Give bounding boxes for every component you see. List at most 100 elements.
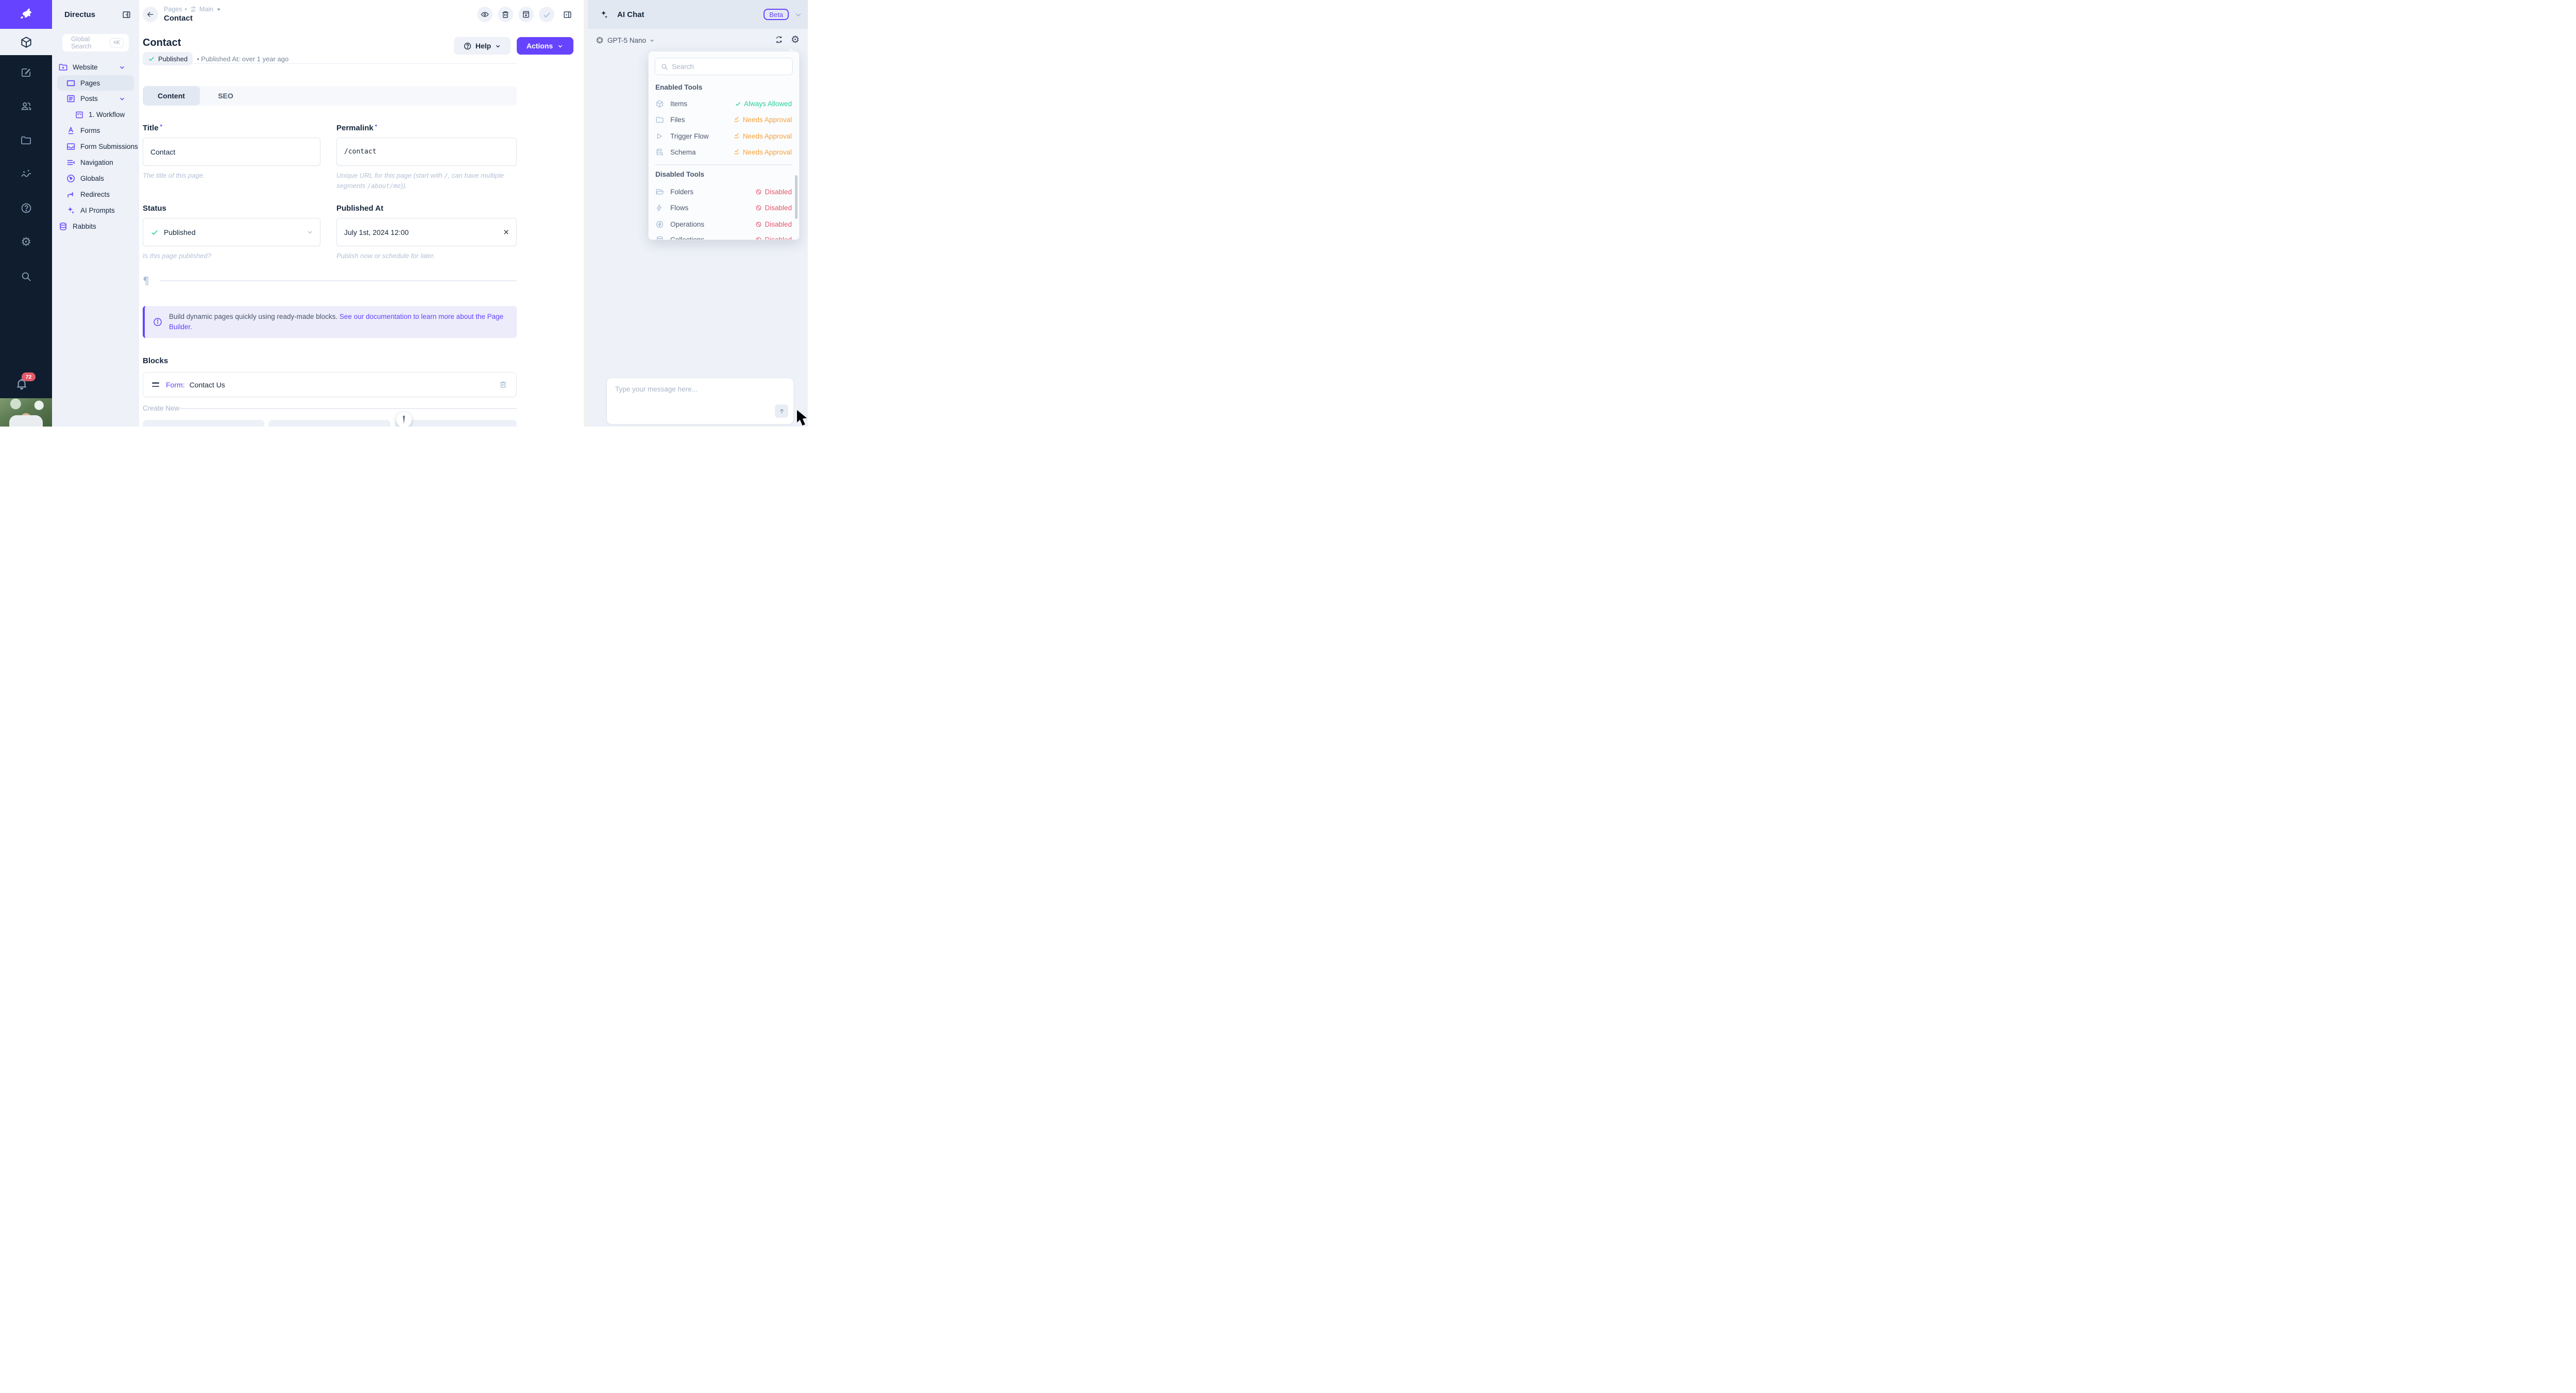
popup-scrollbar-thumb[interactable] xyxy=(795,175,798,219)
directus-logo[interactable] xyxy=(0,0,52,29)
tool-row-collections[interactable]: Collections Disabled xyxy=(655,232,792,240)
main-content: Pages • Main Contact xyxy=(139,0,584,427)
drag-handle-icon[interactable] xyxy=(152,382,159,387)
module-search[interactable] xyxy=(0,259,52,293)
sidebar-item-posts[interactable]: Posts xyxy=(52,91,139,107)
ai-chat-header: AI Chat Beta xyxy=(588,0,808,29)
permalink-input[interactable]: /contact xyxy=(336,138,517,166)
sidebar-item-ai-prompts[interactable]: AI Prompts xyxy=(52,202,139,218)
blocked-icon xyxy=(755,205,762,211)
breadcrumb-collection[interactable]: Pages xyxy=(164,6,182,13)
tool-row-flows[interactable]: Flows Disabled xyxy=(655,200,792,215)
tool-row-files[interactable]: Files Needs Approval xyxy=(655,112,792,127)
tool-row-schema[interactable]: Schema Needs Approval xyxy=(655,144,792,160)
message-input[interactable] xyxy=(607,378,793,408)
navigation-sidebar: Directus Global Search ⌘K Website xyxy=(52,0,139,427)
create-block-button[interactable] xyxy=(143,420,264,427)
enabled-tools-header: Enabled Tools xyxy=(655,83,702,91)
delete-button[interactable] xyxy=(498,7,513,22)
preview-button[interactable] xyxy=(477,7,493,22)
check-icon xyxy=(735,100,741,107)
model-selector[interactable]: GPT-5 Nano xyxy=(607,37,646,44)
create-block-button[interactable] xyxy=(395,420,517,427)
sidebar-item-rabbits[interactable]: Rabbits xyxy=(52,218,139,234)
clear-icon[interactable] xyxy=(502,228,510,236)
tool-row-items[interactable]: Items Always Allowed xyxy=(655,96,792,111)
module-settings[interactable]: ⚙ xyxy=(0,225,52,259)
sidebar-item-navigation[interactable]: Navigation xyxy=(52,155,139,171)
field-title: Title* Contact The title of this page. xyxy=(143,124,320,180)
letter-a-icon xyxy=(66,126,76,135)
scroll-down-button[interactable] xyxy=(396,412,412,427)
chevron-down-icon[interactable] xyxy=(794,10,803,19)
user-avatar[interactable] xyxy=(0,398,52,427)
trash-icon xyxy=(501,10,510,19)
tool-row-operations[interactable]: Operations Disabled xyxy=(655,216,792,232)
block-row[interactable]: Form: Contact Us xyxy=(143,372,517,397)
notifications-button[interactable]: 72 xyxy=(0,372,52,398)
folder-open-icon xyxy=(655,188,664,196)
field-published-at-label: Published At xyxy=(336,204,383,213)
toggle-right-sidebar-button[interactable] xyxy=(560,7,575,22)
help-button[interactable]: Help xyxy=(454,37,511,55)
sidebar-item-globals[interactable]: Globals xyxy=(52,171,139,186)
back-button[interactable] xyxy=(143,7,158,22)
tools-search-input[interactable] xyxy=(672,58,788,75)
collapse-sidebar-button[interactable] xyxy=(122,10,131,20)
search-icon xyxy=(660,63,668,71)
create-new-row: Create New xyxy=(143,403,517,414)
title-input[interactable]: Contact xyxy=(143,138,320,166)
main-scrollbar[interactable] xyxy=(584,0,588,427)
archive-button[interactable] xyxy=(518,7,534,22)
required-marker: * xyxy=(160,124,162,130)
module-editor[interactable] xyxy=(0,55,52,89)
menu-open-icon xyxy=(66,158,76,167)
sidebar-item-workflow[interactable]: 1. Workflow xyxy=(52,107,139,123)
kanban-icon xyxy=(75,110,84,120)
sidebar-item-form-submissions[interactable]: Form Submissions xyxy=(52,139,139,155)
sidebar-item-website[interactable]: Website xyxy=(52,59,139,75)
create-new-label: Create New xyxy=(143,404,179,412)
send-button[interactable] xyxy=(775,404,788,418)
tab-content[interactable]: Content xyxy=(143,86,200,106)
check-icon xyxy=(542,10,552,20)
breadcrumb-version[interactable]: Main xyxy=(199,6,213,13)
screen: ⚙ 72 Directus Global Search ⌘K xyxy=(0,0,808,427)
ai-chat-panel: AI Chat Beta GPT-5 Nano ⚙ xyxy=(588,0,808,427)
sidebar-item-forms[interactable]: Forms xyxy=(52,123,139,139)
chevron-down-icon[interactable] xyxy=(118,95,126,103)
published-at-input[interactable]: July 1st, 2024 12:00 xyxy=(336,218,517,246)
title-input-value: Contact xyxy=(150,148,175,156)
tool-row-trigger-flow[interactable]: Trigger Flow Needs Approval xyxy=(655,128,792,144)
inbox-icon xyxy=(66,142,76,151)
sidebar-item-label: Forms xyxy=(80,127,100,134)
folder-icon xyxy=(20,134,32,146)
module-content-active[interactable] xyxy=(0,29,52,55)
sidebar-item-pages[interactable]: Pages xyxy=(57,75,134,91)
chevron-down-icon[interactable] xyxy=(118,64,126,71)
block-title: Contact Us xyxy=(190,381,225,389)
chevron-down-icon xyxy=(306,228,314,236)
create-block-button[interactable] xyxy=(268,420,391,427)
help-icon xyxy=(20,202,32,214)
breadcrumb[interactable]: Pages • Main xyxy=(164,6,222,13)
tool-row-folders[interactable]: Folders Disabled xyxy=(655,184,792,199)
module-users[interactable] xyxy=(0,89,52,123)
clear-history-button[interactable] xyxy=(774,35,784,45)
sidebar-item-redirects[interactable]: Redirects xyxy=(52,186,139,202)
ai-settings-button[interactable]: ⚙ xyxy=(791,35,800,45)
module-insights[interactable] xyxy=(0,157,52,191)
save-button-disabled[interactable] xyxy=(539,7,554,22)
tool-status-approval: Needs Approval xyxy=(733,132,792,140)
actions-button[interactable]: Actions xyxy=(517,37,573,55)
module-help[interactable] xyxy=(0,191,52,225)
tools-search[interactable] xyxy=(655,58,793,75)
trash-icon[interactable] xyxy=(499,380,507,389)
tab-bar: Content SEO xyxy=(143,86,517,106)
database-search-icon xyxy=(655,148,664,157)
status-select[interactable]: Published xyxy=(143,218,320,246)
module-files[interactable] xyxy=(0,123,52,157)
tab-seo[interactable]: SEO xyxy=(200,86,251,106)
version-dropdown-icon[interactable] xyxy=(216,7,222,12)
global-search[interactable]: Global Search ⌘K xyxy=(62,34,129,52)
